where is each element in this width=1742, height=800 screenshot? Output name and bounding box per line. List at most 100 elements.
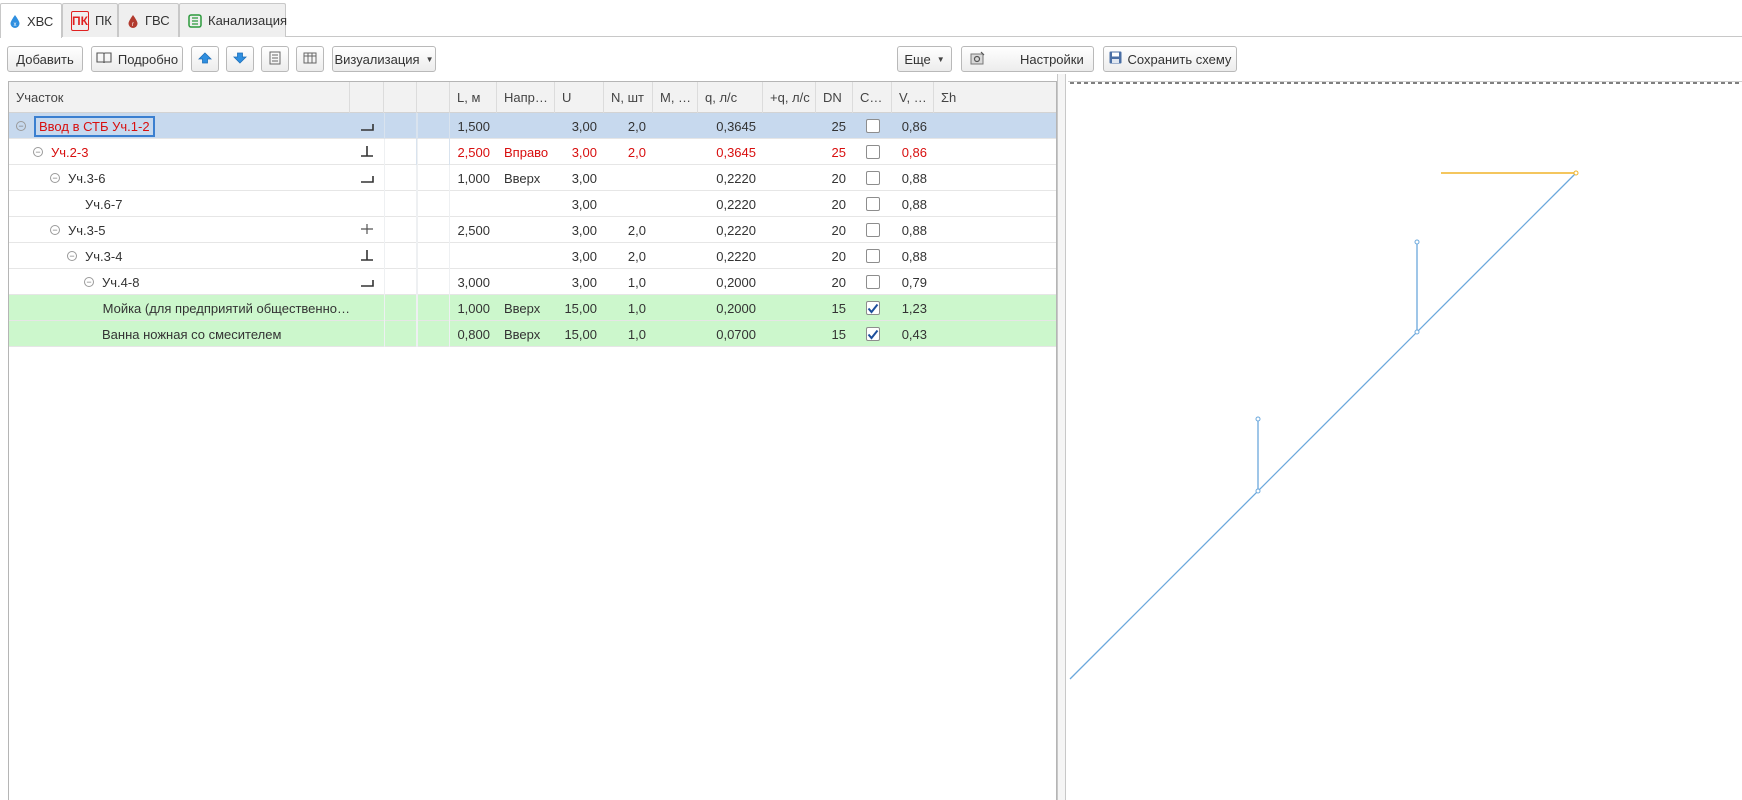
panel-splitter[interactable] (1057, 74, 1066, 800)
section-name-text: Уч.3-4 (85, 248, 123, 264)
visualization-dropdown[interactable]: Визуализация ▼ (332, 46, 436, 72)
col-header-n[interactable]: N, шт (604, 82, 653, 113)
row-checkbox[interactable] (865, 327, 880, 341)
chevron-down-icon: ▼ (936, 54, 945, 64)
details-button[interactable]: Подробно (91, 46, 183, 72)
col-header-length[interactable]: L, м (450, 82, 497, 113)
table-row[interactable]: − Уч.3-5 2,500 3,00 2,0 0,2220 20 0,88 (9, 217, 1056, 243)
col-header-m[interactable]: M, … (653, 82, 698, 113)
cell-n: 1,0 (627, 326, 646, 342)
col-header-q[interactable]: q, л/с (698, 82, 763, 113)
col-header-u[interactable]: U (555, 82, 604, 113)
row-checkbox[interactable] (865, 197, 880, 211)
table-row[interactable]: Уч.6-7 3,00 0,2220 20 0,88 (9, 191, 1056, 217)
cell-checkbox (853, 191, 892, 217)
table-settings-button[interactable] (296, 46, 324, 72)
tab-hot-water[interactable]: r ГВС (118, 3, 179, 37)
col-header-blank-1[interactable] (384, 82, 417, 113)
move-up-button[interactable] (191, 46, 219, 72)
scheme-node[interactable] (1414, 329, 1420, 335)
section-name-text: Уч.6-7 (85, 196, 123, 212)
table-row[interactable]: − Уч.3-6 1,000 Вверх 3,00 0,2220 20 0,88 (9, 165, 1056, 191)
table-row[interactable]: − Ввод в СТБ Уч.1-2 1,500 3,00 2,0 0,3645 25 0,… (9, 113, 1056, 139)
tab-label: ПК (94, 13, 112, 28)
list-tree-button[interactable] (261, 46, 289, 72)
cell-fitting (350, 165, 384, 191)
collapse-toggle-icon[interactable]: − (50, 225, 60, 235)
table-row[interactable]: − Уч.2-3 2,500 Вправо 3,00 2,0 0,3645 25 0,86 (9, 139, 1056, 165)
scheme-drawing (1069, 82, 1742, 680)
cell-checkbox (853, 243, 892, 269)
cell-n (604, 165, 653, 191)
cell-fitting (350, 295, 384, 321)
table-row[interactable]: − Уч.4-8 3,000 3,00 1,0 0,2000 20 0,79 (9, 269, 1056, 295)
move-down-button[interactable] (226, 46, 254, 72)
cell-section-name: Ванна ножная со смесителем (84, 321, 350, 347)
cell-section-name: − Уч.3-4 (67, 243, 350, 269)
cross-fitting-icon (360, 223, 374, 238)
cell-q: 0,2220 (716, 248, 756, 264)
tee-fitting-icon (360, 145, 374, 160)
scheme-node[interactable] (1255, 488, 1261, 494)
cell-fitting (350, 191, 384, 217)
collapse-toggle-icon[interactable]: − (67, 251, 77, 261)
chevron-down-icon: ▼ (425, 54, 434, 64)
cell-length (450, 243, 497, 269)
col-header-plus-q[interactable]: +q, л/с (763, 82, 816, 113)
pipe-main-diagonal[interactable] (1069, 172, 1577, 680)
row-checkbox[interactable] (865, 301, 880, 315)
cell-length: 0,800 (457, 326, 490, 342)
cell-length: 1,000 (457, 170, 490, 186)
scheme-node[interactable] (1414, 239, 1420, 245)
cell-checkbox (853, 139, 892, 165)
scheme-node[interactable] (1255, 416, 1261, 422)
save-scheme-button[interactable]: Сохранить схему (1103, 46, 1237, 72)
collapse-toggle-icon[interactable]: − (84, 277, 94, 287)
col-header-v[interactable]: V, … (892, 82, 934, 113)
cell-u: 3,00 (571, 118, 597, 134)
add-button[interactable]: Добавить (7, 46, 83, 72)
settings-button[interactable]: Настройки (961, 46, 1094, 72)
table-row[interactable]: − Уч.3-4 3,00 2,0 0,2220 20 0,88 (9, 243, 1056, 269)
table-row[interactable]: Мойка (для предприятий общественно… 1,000… (9, 295, 1056, 321)
cell-checkbox (853, 217, 892, 243)
cell-dn: 15 (831, 326, 846, 342)
tab-cold-water[interactable]: x ХВС (0, 3, 62, 38)
scheme-node[interactable] (1573, 170, 1579, 176)
col-header-blank-2[interactable] (417, 82, 450, 113)
col-header-sum-h[interactable]: Σh (934, 82, 964, 113)
cell-q: 0,2220 (716, 222, 756, 238)
cell-u: 3,00 (571, 170, 597, 186)
cell-length: 1,500 (457, 118, 490, 134)
row-checkbox[interactable] (865, 249, 880, 263)
cell-q: 0,2220 (716, 170, 756, 186)
save-scheme-label: Сохранить схему (1127, 51, 1232, 67)
row-checkbox[interactable] (865, 145, 880, 159)
row-checkbox[interactable] (865, 223, 880, 237)
cell-u: 15,00 (564, 300, 597, 316)
cell-blank (384, 243, 417, 269)
col-header-section[interactable]: Участок (9, 82, 350, 113)
tee-fitting-icon (360, 249, 374, 264)
sewer-icon (188, 13, 202, 28)
more-dropdown[interactable]: Еще ▼ (897, 46, 952, 72)
col-header-dn[interactable]: DN (816, 82, 853, 113)
col-header-fitting[interactable] (350, 82, 384, 113)
table-row[interactable]: Ванна ножная со смесителем 0,800 Вверх 15,0… (9, 321, 1056, 347)
row-checkbox[interactable] (865, 119, 880, 133)
row-checkbox[interactable] (865, 275, 880, 289)
tab-fire-hydrant[interactable]: ПК ПК (62, 3, 118, 37)
collapse-toggle-icon[interactable]: − (33, 147, 43, 157)
cell-m (653, 243, 698, 269)
row-checkbox[interactable] (865, 171, 880, 185)
col-header-c[interactable]: С… (853, 82, 892, 113)
collapse-toggle-icon[interactable]: − (16, 121, 26, 131)
cell-blank (417, 139, 450, 165)
collapse-toggle-icon[interactable]: − (50, 173, 60, 183)
cell-direction (497, 217, 555, 243)
col-header-direction[interactable]: Напр… (497, 82, 555, 113)
cell-v: 1,23 (901, 300, 927, 316)
axonometric-scheme-canvas[interactable] (1068, 81, 1742, 800)
cell-checkbox (853, 295, 892, 321)
tab-sewer[interactable]: Канализация (179, 3, 287, 37)
